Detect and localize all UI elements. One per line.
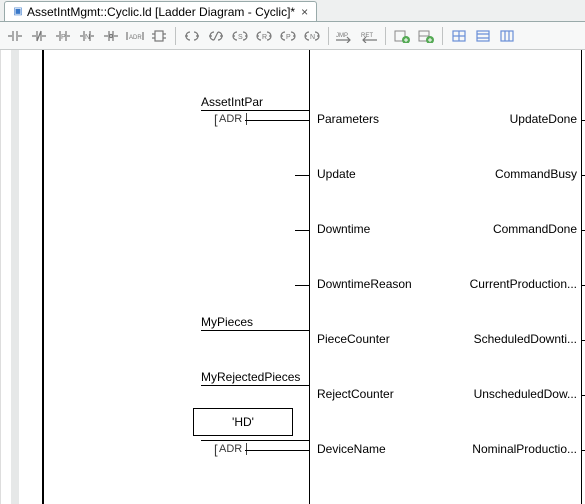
toolbar-separator — [385, 27, 386, 45]
ret-button[interactable]: RET — [358, 25, 380, 47]
block-left-edge — [309, 50, 310, 504]
input-port-label: DowntimeReason — [317, 277, 412, 291]
block-right-edge — [581, 50, 582, 504]
wire-stub — [581, 175, 585, 176]
output-port-label: UpdateDone — [510, 112, 577, 126]
fb-button[interactable] — [148, 25, 170, 47]
tab-title: AssetIntMgmt::Cyclic.ld [Ladder Diagram … — [27, 5, 295, 19]
editor-tab[interactable]: ▣ AssetIntMgmt::Cyclic.ld [Ladder Diagra… — [4, 1, 317, 21]
grid2-button[interactable] — [472, 25, 494, 47]
jmp-button[interactable]: JMP — [334, 25, 356, 47]
wire — [201, 110, 309, 111]
ladder-canvas[interactable]: Parameters UpdateDone AssetIntPar ADR Update… — [0, 50, 585, 504]
svg-text:S: S — [238, 34, 243, 41]
wire-stub — [295, 230, 309, 231]
ladder-toolbar: P N ADR S R P N JMP RET — [0, 22, 585, 50]
coil-button[interactable] — [181, 25, 203, 47]
wire-stub — [581, 230, 585, 231]
svg-text:JMP: JMP — [336, 33, 348, 39]
wire-stub — [581, 120, 585, 121]
pcoil-button[interactable]: P — [277, 25, 299, 47]
adr-marker: ADR — [219, 113, 242, 125]
toolbar-separator — [175, 27, 176, 45]
ncoil-button[interactable] — [205, 25, 227, 47]
close-icon[interactable]: × — [299, 5, 308, 19]
contact-nc-button[interactable] — [28, 25, 50, 47]
variable-label[interactable]: MyRejectedPieces — [201, 370, 300, 384]
output-port-label: CommandBusy — [495, 167, 577, 181]
wire-stub — [581, 450, 585, 451]
input-port-label: PieceCounter — [317, 332, 390, 346]
rcoil-button[interactable]: R — [253, 25, 275, 47]
svg-text:N: N — [310, 34, 315, 41]
svg-text:ADR: ADR — [129, 35, 142, 41]
svg-text:N: N — [85, 34, 90, 41]
wire — [245, 450, 309, 451]
adr-button[interactable]: ADR — [124, 25, 146, 47]
output-port-label: ScheduledDownti... — [474, 332, 577, 346]
add-segment-button[interactable] — [391, 25, 413, 47]
input-port-label: Parameters — [317, 112, 379, 126]
output-port-label: UnscheduledDow... — [474, 387, 577, 401]
grid3-button[interactable] — [496, 25, 518, 47]
output-port-label: NominalProductio... — [472, 442, 577, 456]
input-port-label: RejectCounter — [317, 387, 394, 401]
wire-stub — [295, 285, 309, 286]
svg-text:RET: RET — [361, 33, 373, 39]
wire-stub — [581, 340, 585, 341]
gutter — [11, 50, 19, 504]
wire — [201, 330, 309, 331]
input-port-label: DeviceName — [317, 442, 386, 456]
toolbar-separator — [328, 27, 329, 45]
input-port-label: Update — [317, 167, 356, 181]
svg-text:R: R — [262, 34, 267, 41]
toolbar-separator — [442, 27, 443, 45]
output-port-label: CurrentProduction... — [470, 277, 577, 291]
wire-stub — [581, 285, 585, 286]
output-port-label: CommandDone — [493, 222, 577, 236]
tab-bar: ▣ AssetIntMgmt::Cyclic.ld [Ladder Diagra… — [0, 0, 585, 22]
svg-text:P: P — [286, 34, 291, 41]
not-button[interactable] — [100, 25, 122, 47]
wire — [201, 385, 309, 386]
input-port-label: Downtime — [317, 222, 370, 236]
add-segment2-button[interactable] — [415, 25, 437, 47]
left-rail — [42, 50, 44, 504]
adr-marker: ADR — [219, 443, 242, 455]
grid1-button[interactable] — [448, 25, 470, 47]
wire-stub — [295, 175, 309, 176]
scoil-button[interactable]: S — [229, 25, 251, 47]
variable-label[interactable]: AssetIntPar — [201, 95, 263, 109]
contact-n-button[interactable]: N — [76, 25, 98, 47]
constant-box[interactable]: 'HD' — [193, 408, 293, 436]
variable-label[interactable]: MyPieces — [201, 315, 253, 329]
ncoil2-button[interactable]: N — [301, 25, 323, 47]
svg-text:P: P — [61, 34, 66, 41]
wire — [245, 120, 309, 121]
contact-p-button[interactable]: P — [52, 25, 74, 47]
wire — [201, 440, 309, 441]
wire-stub — [581, 395, 585, 396]
ladder-file-icon: ▣ — [13, 7, 23, 17]
contact-no-button[interactable] — [4, 25, 26, 47]
